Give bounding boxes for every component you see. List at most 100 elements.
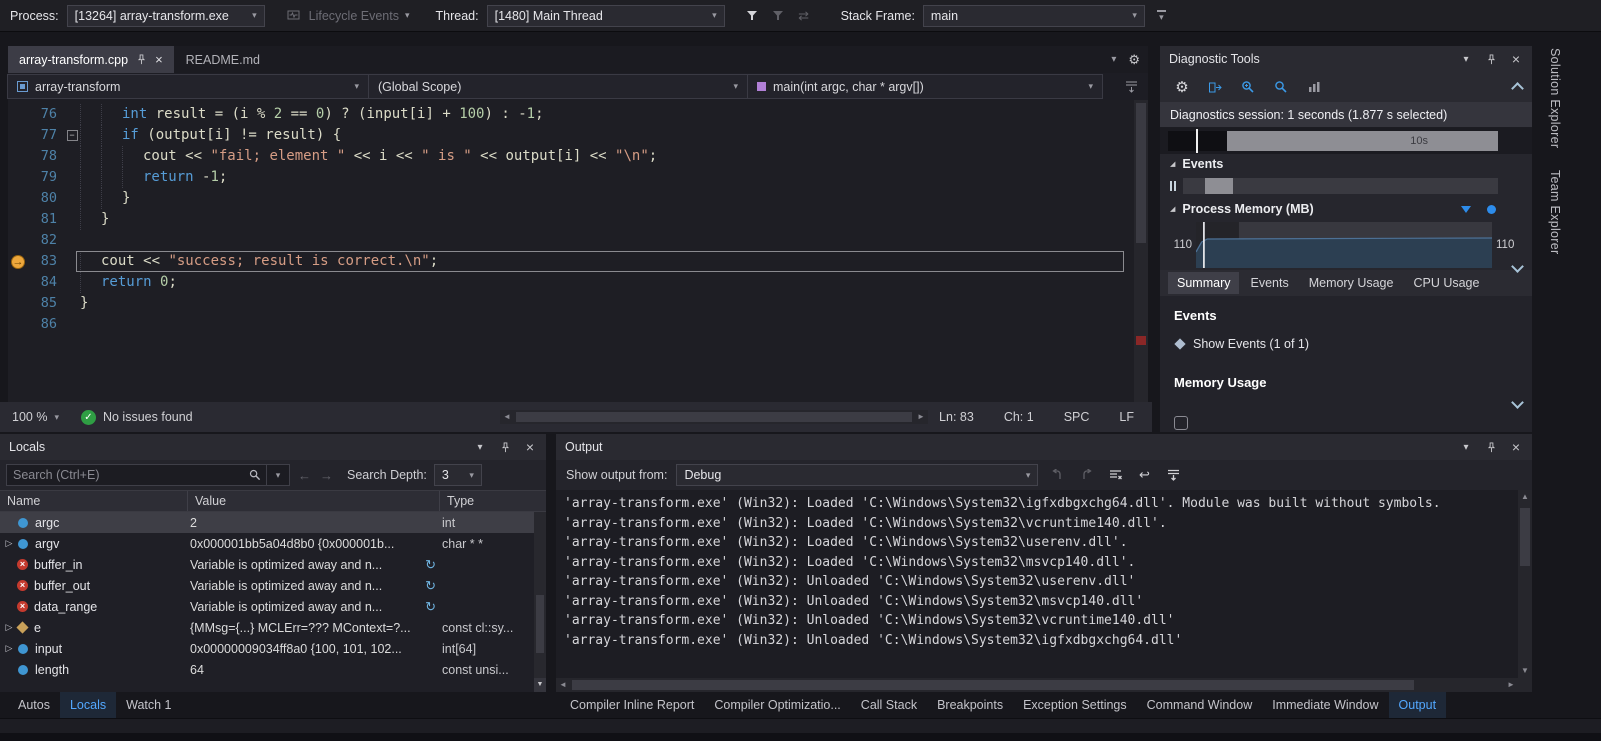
events-rail[interactable] xyxy=(1183,178,1498,194)
timeline-selection[interactable] xyxy=(1227,131,1498,151)
timeline-chart-icon[interactable] xyxy=(1305,78,1323,96)
output-source-dropdown[interactable]: Debug ▾ xyxy=(676,464,1038,486)
refresh-icon[interactable]: ↻ xyxy=(425,599,436,615)
process-memory-section-header[interactable]: ◢ Process Memory (MB) xyxy=(1160,198,1532,220)
word-wrap-icon[interactable]: ↩ xyxy=(1134,465,1154,485)
locals-row-buffer-in[interactable]: ×buffer_inVariable is optimized away and… xyxy=(0,554,546,575)
code-health-indicator[interactable]: ✓ No issues found xyxy=(71,402,203,432)
filter-flagged-icon[interactable] xyxy=(769,7,787,25)
output-horizontal-scrollbar[interactable]: ◄ ► xyxy=(556,678,1518,692)
thread-dropdown[interactable]: [1480] Main Thread ▾ xyxy=(487,5,725,27)
scroll-up-icon[interactable]: ▲ xyxy=(1518,490,1532,504)
breakpoint-margin[interactable] xyxy=(8,230,28,251)
search-depth-dropdown[interactable]: 3 ▾ xyxy=(434,464,482,486)
panel-tab-command-window[interactable]: Command Window xyxy=(1137,692,1263,718)
panel-tab-output[interactable]: Output xyxy=(1389,692,1447,718)
breakpoint-margin[interactable] xyxy=(8,146,28,167)
scrollbar-thumb[interactable] xyxy=(1136,103,1146,243)
close-icon[interactable]: × xyxy=(1509,440,1523,454)
settings-gear-icon[interactable]: ⚙ xyxy=(1128,52,1140,68)
column-header-value[interactable]: Value xyxy=(188,491,440,511)
events-filter-icon[interactable] xyxy=(1170,181,1176,191)
window-position-icon[interactable]: ▾ xyxy=(1459,440,1473,454)
scroll-down-icon[interactable]: ▼ xyxy=(534,678,546,692)
panel-tab-call-stack[interactable]: Call Stack xyxy=(851,692,927,718)
lifecycle-events-button[interactable]: Lifecycle Events ▾ xyxy=(285,7,410,25)
panel-tab-immediate-window[interactable]: Immediate Window xyxy=(1262,692,1388,718)
column-header-type[interactable]: Type xyxy=(440,491,534,511)
scrollbar-track[interactable] xyxy=(514,410,914,424)
code-line[interactable]: 81} xyxy=(8,209,1148,230)
code-line[interactable]: 86 xyxy=(8,314,1148,335)
zoom-in-icon[interactable] xyxy=(1239,78,1257,96)
search-options-caret-icon[interactable]: ▾ xyxy=(267,465,289,485)
scroll-right-icon[interactable]: ► xyxy=(914,410,928,424)
panel-tab-compiler-optimizatio[interactable]: Compiler Optimizatio... xyxy=(704,692,850,718)
diag-tab-memory-usage[interactable]: Memory Usage xyxy=(1300,272,1403,294)
settings-gear-icon[interactable]: ⚙ xyxy=(1173,78,1191,96)
scope-dropdown[interactable]: (Global Scope) ▾ xyxy=(368,74,748,99)
scroll-left-icon[interactable]: ◄ xyxy=(556,678,570,692)
locals-row-argc[interactable]: argc2int xyxy=(0,512,546,533)
toolbar-overflow-button[interactable]: ▾ xyxy=(1157,10,1166,22)
code-line[interactable]: 82 xyxy=(8,230,1148,251)
toggle-autoscroll-icon[interactable] xyxy=(1163,465,1183,485)
events-swimlane[interactable] xyxy=(1160,174,1532,198)
clear-all-icon[interactable] xyxy=(1105,465,1125,485)
refresh-icon[interactable]: ↻ xyxy=(425,578,436,594)
diag-tab-cpu-usage[interactable]: CPU Usage xyxy=(1404,272,1488,294)
editor-horizontal-scrollbar[interactable]: ◄ ► xyxy=(500,410,928,424)
diag-tab-summary[interactable]: Summary xyxy=(1168,272,1239,294)
column-header-name[interactable]: Name xyxy=(0,491,188,511)
locals-row-data-range[interactable]: ×data_rangeVariable is optimized away an… xyxy=(0,596,546,617)
filter-threads-icon[interactable] xyxy=(743,7,761,25)
code-line[interactable]: 80} xyxy=(8,188,1148,209)
panel-tab-exception-settings[interactable]: Exception Settings xyxy=(1013,692,1137,718)
code-line[interactable]: 77−if (output[i] != result) { xyxy=(8,125,1148,146)
output-log[interactable]: 'array-transform.exe' (Win32): Loaded 'C… xyxy=(556,490,1518,678)
scrollbar-thumb[interactable] xyxy=(572,680,1414,690)
expander-icon[interactable]: ▷ xyxy=(2,622,16,633)
goto-previous-message-icon[interactable] xyxy=(1047,465,1067,485)
locals-row-argv[interactable]: ▷argv0x000001bb5a04d8b0 {0x000001b...cha… xyxy=(0,533,546,554)
scroll-left-icon[interactable]: ◄ xyxy=(500,410,514,424)
scrollbar-thumb[interactable] xyxy=(1520,508,1530,566)
current-statement-icon[interactable]: → xyxy=(8,251,28,272)
pin-icon[interactable] xyxy=(1484,52,1498,66)
goto-next-message-icon[interactable] xyxy=(1076,465,1096,485)
expander-icon[interactable]: ▷ xyxy=(2,538,16,549)
window-position-icon[interactable]: ▾ xyxy=(1459,52,1473,66)
locals-row-e[interactable]: ▷e{MMsg={...} MCLErr=??? MContext=?...co… xyxy=(0,617,546,638)
diag-tab-events[interactable]: Events xyxy=(1241,272,1297,294)
show-threads-in-source-icon[interactable]: ⇄ xyxy=(795,7,813,25)
code-line[interactable]: 76int result = (i % 2 == 0) ? (input[i] … xyxy=(8,104,1148,125)
panel-tab-watch-1[interactable]: Watch 1 xyxy=(116,692,181,718)
member-dropdown[interactable]: main(int argc, char * argv[]) ▾ xyxy=(747,74,1103,99)
breakpoint-margin[interactable] xyxy=(8,293,28,314)
scrollbar-thumb[interactable] xyxy=(536,595,544,653)
project-dropdown[interactable]: array-transform ▾ xyxy=(7,74,369,99)
document-list-caret-icon[interactable]: ▾ xyxy=(1111,55,1116,65)
editor-tab-readme-md[interactable]: README.md xyxy=(175,46,271,73)
pin-icon[interactable] xyxy=(498,440,512,454)
output-vertical-scrollbar[interactable]: ▲ ▼ xyxy=(1518,490,1532,678)
fold-collapse-icon[interactable]: − xyxy=(64,125,80,146)
search-back-icon[interactable]: ← xyxy=(297,468,312,483)
scrollbar-thumb[interactable] xyxy=(516,412,912,422)
scroll-down-icon[interactable]: ▼ xyxy=(1518,664,1532,678)
side-tab-solution-explorer[interactable]: Solution Explorer xyxy=(1548,48,1562,148)
editor-vertical-scrollbar[interactable] xyxy=(1134,100,1148,402)
locals-grid[interactable]: argc2int▷argv0x000001bb5a04d8b0 {0x00000… xyxy=(0,512,546,692)
breakpoint-margin[interactable] xyxy=(8,104,28,125)
events-section-header[interactable]: ◢ Events xyxy=(1160,154,1532,174)
breakpoint-margin[interactable] xyxy=(8,314,28,335)
process-dropdown[interactable]: [13264] array-transform.exe ▾ xyxy=(67,5,265,27)
locals-row-input[interactable]: ▷input0x00000009034ff8a0 {100, 101, 102.… xyxy=(0,638,546,659)
search-input[interactable] xyxy=(7,468,244,482)
side-tab-team-explorer[interactable]: Team Explorer xyxy=(1548,170,1562,255)
code-line[interactable]: 85} xyxy=(8,293,1148,314)
window-position-icon[interactable]: ▾ xyxy=(473,440,487,454)
breakpoint-margin[interactable] xyxy=(8,188,28,209)
locals-row-length[interactable]: length64const unsi... xyxy=(0,659,546,680)
breakpoint-margin[interactable] xyxy=(8,272,28,293)
